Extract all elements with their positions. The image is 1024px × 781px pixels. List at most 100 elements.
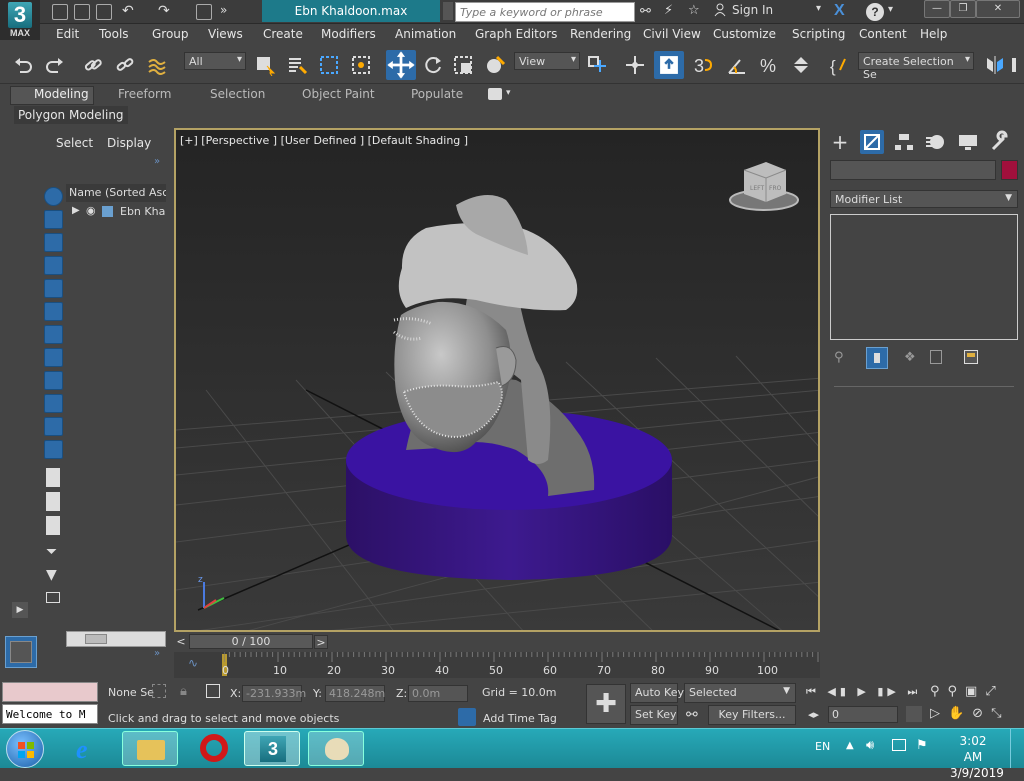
menu-scripting[interactable]: Scripting: [792, 27, 845, 41]
add-time-tag[interactable]: Add Time Tag: [483, 712, 557, 725]
filter-groups-icon[interactable]: [44, 325, 63, 344]
search-input[interactable]: Type a keyword or phrase: [455, 2, 635, 22]
absolute-mode-icon[interactable]: [206, 684, 220, 698]
key-mode-dropdown[interactable]: Selected ▼: [684, 683, 796, 703]
help-dropdown-icon[interactable]: ▾: [888, 4, 893, 15]
explorer-tab-display[interactable]: Display: [107, 136, 151, 150]
z-coordinate-field[interactable]: 0.0m: [408, 685, 468, 702]
sign-in-link[interactable]: Sign In: [732, 3, 773, 17]
volume-icon[interactable]: 🔊︎: [866, 738, 874, 753]
auto-key-button[interactable]: Auto Key: [630, 683, 684, 703]
language-indicator[interactable]: EN: [815, 740, 830, 753]
y-coordinate-field[interactable]: 418.248m: [325, 685, 385, 702]
select-object-icon[interactable]: [254, 54, 276, 77]
3ds-max-taskbar-icon[interactable]: 3: [244, 731, 300, 766]
pin-stack-icon[interactable]: ⚲: [834, 350, 844, 365]
align-icon[interactable]: [1010, 54, 1020, 76]
track-bar[interactable]: ∿ 0 10 20 30 40 50 60 70 80 90 100: [174, 652, 820, 678]
redo-toolbar-icon[interactable]: [44, 54, 66, 76]
exchange-icon[interactable]: X: [834, 2, 852, 20]
filter-bones-icon[interactable]: [44, 371, 63, 390]
help-icon[interactable]: ?: [866, 3, 884, 21]
redo-icon[interactable]: ↷: [158, 3, 170, 19]
x-coordinate-field[interactable]: -231.933m: [242, 685, 306, 702]
display-tab-icon[interactable]: [956, 130, 980, 154]
menu-help[interactable]: Help: [920, 27, 947, 41]
filter-helpers-icon[interactable]: [44, 279, 63, 298]
menu-create[interactable]: Create: [263, 27, 303, 41]
explorer-collapse-icon[interactable]: »: [154, 648, 160, 659]
system-clock[interactable]: 3:02 AM 3/9/2019: [950, 733, 1004, 781]
unlink-icon[interactable]: [114, 54, 136, 76]
utilities-tab-icon[interactable]: [988, 130, 1012, 154]
menu-views[interactable]: Views: [208, 27, 243, 41]
named-selection-sets-icon[interactable]: {: [828, 54, 850, 76]
polygon-modeling-panel[interactable]: Polygon Modeling: [14, 106, 128, 124]
viewport-label[interactable]: [+] [Perspective ] [User Defined ] [Defa…: [180, 134, 468, 147]
filter-xrefs-icon[interactable]: [44, 348, 63, 367]
new-file-icon[interactable]: [52, 4, 68, 20]
menu-graph-editors[interactable]: Graph Editors: [475, 27, 557, 41]
manipulate-icon[interactable]: [624, 54, 646, 76]
filter-geometry-icon[interactable]: [44, 187, 63, 206]
menu-group[interactable]: Group: [152, 27, 189, 41]
action-center-flag-icon[interactable]: ⚑: [916, 738, 928, 753]
time-next-arrow-icon[interactable]: >: [314, 635, 328, 649]
file-explorer-taskbar-icon[interactable]: [122, 731, 178, 766]
snaps-toggle-icon[interactable]: 3: [692, 54, 714, 76]
display-all-icon[interactable]: [46, 468, 60, 487]
filter-funnel-icon[interactable]: ⏷: [46, 544, 57, 560]
remove-modifier-icon[interactable]: [930, 350, 942, 364]
object-color-swatch[interactable]: [1001, 160, 1018, 180]
display-none-icon[interactable]: [46, 492, 60, 511]
show-end-result-icon[interactable]: [866, 347, 888, 369]
close-button[interactable]: ✕: [976, 0, 1020, 18]
minimize-button[interactable]: —: [924, 0, 950, 18]
time-slider-thumb[interactable]: 0 / 100: [189, 634, 313, 649]
select-and-scale-icon[interactable]: [452, 54, 474, 76]
time-tag-icon[interactable]: [458, 708, 476, 726]
perspective-viewport[interactable]: z LEFT FRO [+] [Perspective ] [User Defi…: [174, 128, 820, 632]
time-prev-arrow-icon[interactable]: <: [174, 635, 188, 649]
open-file-icon[interactable]: [74, 4, 90, 20]
project-folder-icon[interactable]: [196, 4, 212, 20]
ribbon-chevron-icon[interactable]: ▾: [506, 88, 511, 98]
select-and-move-icon[interactable]: [386, 50, 416, 80]
filter-spacewarps-icon[interactable]: [44, 302, 63, 321]
time-configuration-icon[interactable]: [906, 706, 922, 722]
hierarchy-tab-icon[interactable]: [892, 130, 916, 154]
paint-taskbar-icon[interactable]: [308, 731, 364, 766]
current-frame-field[interactable]: 0: [828, 706, 898, 723]
maxscript-mini-listener[interactable]: Welcome to M: [2, 704, 98, 724]
explorer-row-ebn-khaldoon[interactable]: ▶ ◉ Ebn Khaldoon: [66, 203, 166, 221]
motion-tab-icon[interactable]: [924, 130, 948, 154]
subscription-icon[interactable]: ⚡: [664, 3, 673, 18]
filter-shapes-icon[interactable]: [44, 210, 63, 229]
menu-civil-view[interactable]: Civil View: [643, 27, 701, 41]
filter-frozen-icon[interactable]: [44, 417, 63, 436]
menu-edit[interactable]: Edit: [56, 27, 79, 41]
menu-rendering[interactable]: Rendering: [570, 27, 631, 41]
modify-tab-icon[interactable]: [860, 130, 884, 154]
isolate-selection-icon[interactable]: [152, 684, 166, 698]
viewport-layout-button[interactable]: [5, 636, 37, 668]
angle-snap-icon[interactable]: [726, 54, 748, 76]
viewport-navigation-controls[interactable]: ⚲⚲▣⤢: [930, 684, 1004, 699]
time-config-icon[interactable]: ◂▸: [808, 708, 819, 721]
keyboard-shortcut-override-icon[interactable]: [654, 51, 684, 79]
menu-modifiers[interactable]: Modifiers: [321, 27, 376, 41]
key-filters-button[interactable]: Key Filters...: [708, 705, 796, 725]
save-file-icon[interactable]: [96, 4, 112, 20]
configure-modifier-sets-icon[interactable]: [964, 350, 978, 364]
tab-freeform[interactable]: Freeform: [118, 87, 171, 101]
key-mode-toggle-icon[interactable]: ⚯: [686, 707, 698, 723]
window-crossing-icon[interactable]: [350, 54, 372, 76]
binoculars-icon[interactable]: ⚯: [640, 4, 651, 19]
selection-filter-dropdown[interactable]: All: [184, 52, 246, 70]
menu-animation[interactable]: Animation: [395, 27, 456, 41]
select-by-name-icon[interactable]: [286, 54, 308, 76]
undo-toolbar-icon[interactable]: [12, 54, 34, 76]
create-tab-icon[interactable]: +: [828, 130, 852, 154]
filter-hidden-icon[interactable]: [44, 440, 63, 459]
show-hidden-icons[interactable]: ▲: [846, 740, 854, 751]
